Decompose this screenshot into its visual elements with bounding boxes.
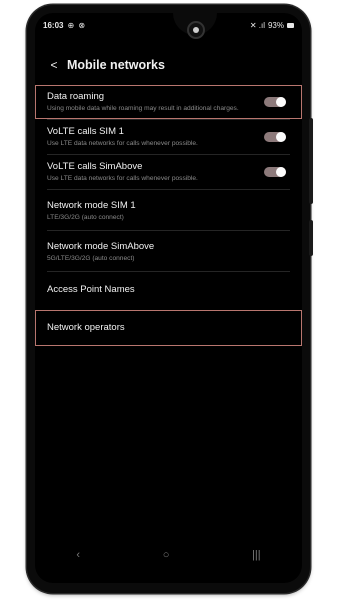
volte-simabove-toggle[interactable] bbox=[264, 167, 286, 177]
setting-volte-sim1[interactable]: VoLTE calls SIM 1 Use LTE data networks … bbox=[35, 120, 302, 154]
nav-recents-icon[interactable]: ||| bbox=[252, 549, 261, 561]
setting-access-point-names[interactable]: Access Point Names bbox=[35, 272, 302, 308]
phone-frame: 16:03 ⊕ ⊗ ✕ .ıl 93% < Mobile networks Da… bbox=[27, 5, 310, 593]
nav-home-icon[interactable]: ○ bbox=[163, 549, 170, 561]
setting-network-mode-simabove[interactable]: Network mode SimAbove 5G/LTE/3G/2G (auto… bbox=[35, 231, 302, 271]
setting-network-operators[interactable]: Network operators bbox=[35, 310, 302, 346]
signal-icon: ✕ .ıl bbox=[249, 20, 265, 30]
settings-list: Data roaming Using mobile data while roa… bbox=[35, 85, 302, 346]
battery-percent: 93% bbox=[267, 20, 284, 30]
status-bar: 16:03 ⊕ ⊗ ✕ .ıl 93% bbox=[35, 17, 302, 33]
status-right: ✕ .ıl 93% bbox=[250, 21, 294, 30]
screen: 16:03 ⊕ ⊗ ✕ .ıl 93% < Mobile networks Da… bbox=[35, 13, 302, 583]
setting-volte-simabove[interactable]: VoLTE calls SimAbove Use LTE data networ… bbox=[35, 155, 302, 189]
setting-value: LTE/3G/2G (auto connect) bbox=[47, 214, 124, 221]
setting-label: Data roaming bbox=[47, 91, 105, 102]
setting-label: Access Point Names bbox=[47, 284, 135, 295]
setting-label: VoLTE calls SimAbove bbox=[47, 161, 143, 172]
navigation-bar: ‹ ○ ||| bbox=[35, 545, 302, 565]
battery-icon bbox=[287, 22, 294, 28]
volte-sim1-toggle[interactable] bbox=[264, 132, 286, 142]
setting-network-mode-sim1[interactable]: Network mode SIM 1 LTE/3G/2G (auto conne… bbox=[35, 190, 302, 230]
setting-description: Using mobile data while roaming may resu… bbox=[47, 105, 239, 112]
setting-description: Use LTE data networks for calls whenever… bbox=[47, 140, 198, 147]
status-time: 16:03 bbox=[43, 20, 64, 30]
setting-data-roaming[interactable]: Data roaming Using mobile data while roa… bbox=[35, 85, 302, 119]
data-roaming-toggle[interactable] bbox=[264, 97, 286, 107]
setting-label: Network operators bbox=[47, 322, 125, 333]
notification-icons: ⊕ ⊗ bbox=[67, 20, 87, 30]
setting-label: VoLTE calls SIM 1 bbox=[47, 126, 124, 137]
page-title: Mobile networks bbox=[67, 58, 165, 72]
chevron-left-icon: < bbox=[50, 58, 58, 72]
setting-label: Network mode SimAbove bbox=[47, 241, 155, 252]
volume-button bbox=[309, 118, 313, 204]
back-button[interactable]: < bbox=[41, 58, 67, 72]
setting-value: 5G/LTE/3G/2G (auto connect) bbox=[47, 255, 135, 262]
app-header: < Mobile networks bbox=[35, 53, 302, 77]
setting-label: Network mode SIM 1 bbox=[47, 200, 136, 211]
power-button bbox=[309, 220, 313, 256]
front-camera-icon bbox=[187, 21, 205, 39]
setting-description: Use LTE data networks for calls whenever… bbox=[47, 175, 198, 182]
nav-back-icon[interactable]: ‹ bbox=[76, 549, 80, 561]
